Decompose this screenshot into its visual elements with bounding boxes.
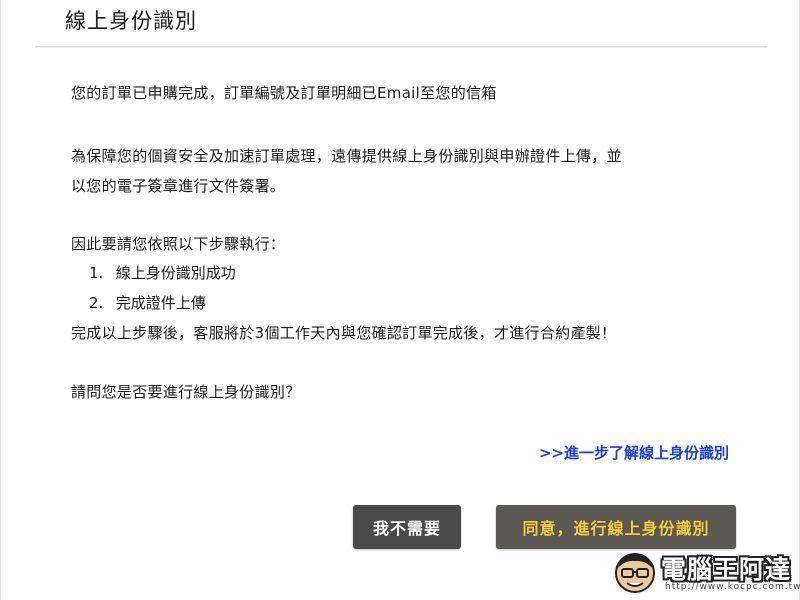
steps-list: 1. 線上身份識別成功 2. 完成證件上傳 xyxy=(89,258,236,318)
title-divider xyxy=(35,46,767,48)
step-item: 1. 線上身份識別成功 xyxy=(89,258,236,288)
after-steps-message: 完成以上步驟後，客服將於3個工作天內與您確認訂單完成後，才進行合約產製！ xyxy=(71,324,617,342)
privacy-message: 為保障您的個資安全及加速訂單處理，遠傳提供線上身份識別與申辦證件上傳，並 以您的… xyxy=(71,141,622,201)
learn-more-link[interactable]: >>進一步了解線上身份識別 xyxy=(539,438,729,468)
step-item: 2. 完成證件上傳 xyxy=(89,288,236,318)
privacy-message-line-2: 以您的電子簽章進行文件簽署。 xyxy=(71,177,286,195)
privacy-message-line-1: 為保障您的個資安全及加速訂單處理，遠傳提供線上身份識別與申辦證件上傳，並 xyxy=(71,147,622,165)
step-number: 1. xyxy=(89,264,104,282)
verification-question: 請問您是否要進行線上身份識別？ xyxy=(71,383,301,401)
watermark-url: http://www.kocpc.com.tw xyxy=(665,582,800,592)
identity-verification-dialog: 線上身份識別 您的訂單已申購完成，訂單編號及訂單明細已Email至您的信箱 為保… xyxy=(0,0,800,600)
step-number: 2. xyxy=(89,294,104,312)
step-text: 完成證件上傳 xyxy=(115,294,206,312)
watermark-text: 電腦王阿達 xyxy=(661,555,792,584)
dialog-title: 線上身份識別 xyxy=(65,9,197,33)
steps-intro: 因此要請您依照以下步驟執行： xyxy=(71,235,286,253)
site-watermark: 電腦王阿達 http://www.kocpc.com.tw xyxy=(613,548,800,598)
decline-button[interactable]: 我不需要 xyxy=(353,505,461,549)
step-text: 線上身份識別成功 xyxy=(115,264,236,282)
mascot-face-icon xyxy=(615,553,655,593)
order-complete-message: 您的訂單已申購完成，訂單編號及訂單明細已Email至您的信箱 xyxy=(71,84,497,102)
agree-verify-button[interactable]: 同意，進行線上身份識別 xyxy=(496,505,736,549)
